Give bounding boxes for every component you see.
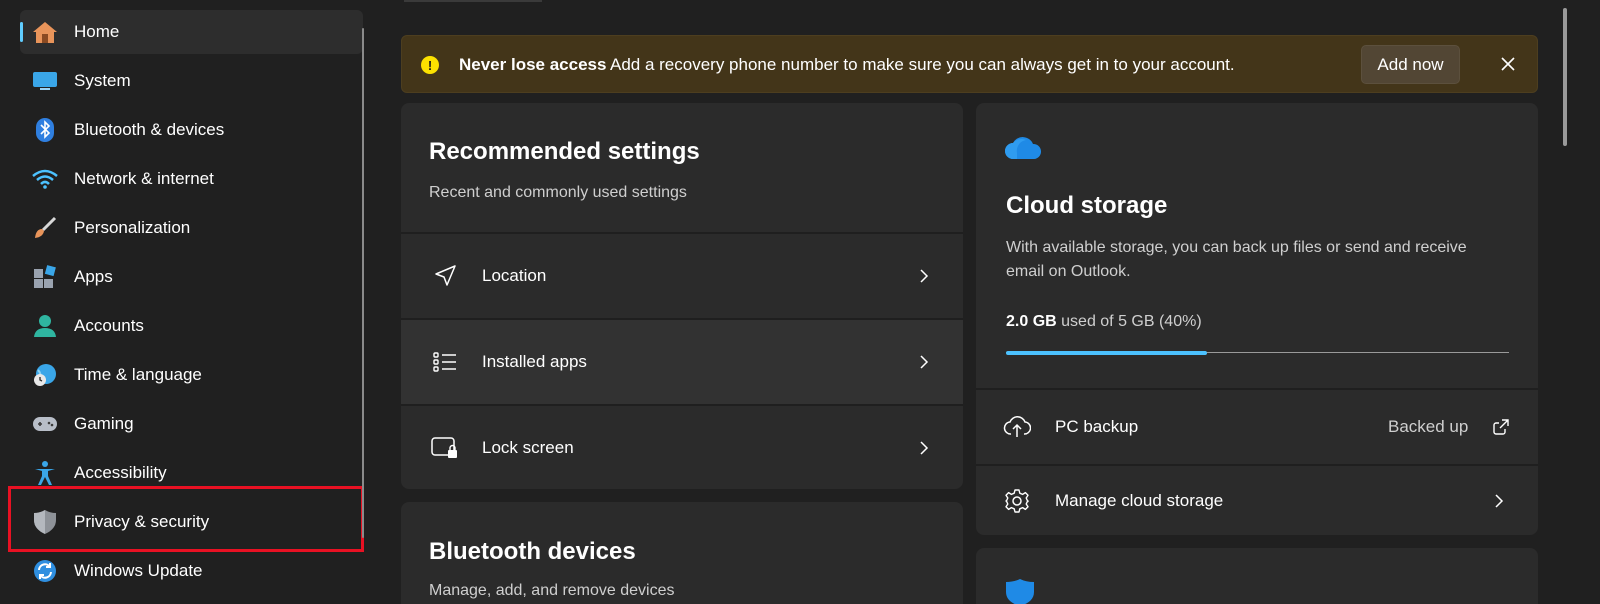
backup-status: Backed up [1388,417,1469,436]
recommended-row-lock-screen[interactable]: Lock screen [401,406,963,489]
sidebar-item-label: Home [74,22,120,41]
shield-icon [1004,578,1036,604]
apps-icon [32,265,58,289]
active-indicator [20,22,23,42]
sidebar-item-label: Personalization [74,218,191,237]
recovery-banner: ! Never lose access Add a recovery phone… [401,35,1538,93]
row-label: Manage cloud storage [1055,491,1224,510]
storage-used-rest: used of 5 GB (40%) [1061,313,1202,330]
sidebar-item-accounts[interactable]: Accounts [20,304,363,348]
cloud-storage-card: Cloud storage With available storage, yo… [976,103,1538,535]
navigation-sidebar: Home System Bluetooth & devices Network … [0,0,372,604]
sidebar-item-label: Bluetooth & devices [74,120,225,139]
location-arrow-icon [431,262,459,290]
sidebar-item-label: Accessibility [74,463,167,482]
sidebar-item-system[interactable]: System [20,59,363,103]
recommended-settings-card: Recommended settings Recent and commonly… [401,103,963,489]
system-icon [32,69,58,93]
sidebar-item-label: Windows Update [74,561,203,580]
recommended-row-installed-apps[interactable]: Installed apps [401,320,963,404]
sidebar-item-label: Network & internet [74,169,214,188]
sidebar-item-bluetooth[interactable]: Bluetooth & devices [20,108,363,152]
brush-icon [32,216,58,240]
cloud-icon [1004,135,1042,166]
card-subtitle: Recent and commonly used settings [429,184,687,201]
sidebar-item-apps[interactable]: Apps [20,255,363,299]
sidebar-item-label: System [74,71,131,90]
gamepad-icon [32,412,58,436]
row-label: PC backup [1055,417,1139,436]
chevron-right-icon [1492,492,1506,510]
globe-clock-icon [32,363,58,387]
annotation-highlight-box [8,486,364,552]
wifi-icon [32,167,58,191]
recommended-row-location[interactable]: Location [401,234,963,318]
card-title: Cloud storage [1006,192,1168,219]
cloud-description: With available storage, you can back up … [1006,239,1467,256]
sidebar-item-gaming[interactable]: Gaming [20,402,363,446]
sidebar-item-time-language[interactable]: Time & language [20,353,363,397]
update-icon [32,559,58,583]
sidebar-item-label: Time & language [74,365,202,384]
external-link-icon[interactable] [1492,418,1510,436]
lock-screen-icon [431,434,459,462]
storage-usage-text: 2.0 GB used of 5 GB (40%) [1006,313,1202,331]
close-icon[interactable] [1495,51,1521,77]
storage-bar-fill [1006,351,1207,355]
sidebar-item-network[interactable]: Network & internet [20,157,363,201]
accessibility-icon [32,461,58,485]
security-card [976,548,1538,604]
gear-icon [1003,487,1031,515]
sidebar-item-label: Apps [74,267,113,286]
cloud-upload-icon [1003,413,1031,441]
main-scrollbar[interactable] [1563,8,1567,146]
pc-backup-row[interactable]: PC backup Backed up [976,390,1538,464]
bluetooth-icon [32,118,58,142]
manage-cloud-storage-row[interactable]: Manage cloud storage [976,466,1538,535]
sidebar-item-home[interactable]: Home [20,10,363,54]
accounts-icon [32,314,58,338]
chevron-right-icon [917,439,931,457]
row-label: Installed apps [482,352,587,371]
card-subtitle: Manage, add, and remove devices [429,582,675,599]
card-title: Bluetooth devices [429,538,636,565]
cloud-description: email on Outlook. [1006,263,1131,280]
list-icon [431,348,459,376]
home-icon [32,20,58,44]
bluetooth-devices-card: Bluetooth devices Manage, add, and remov… [401,502,963,604]
sidebar-item-label: Accounts [74,316,144,335]
sidebar-item-label: Gaming [74,414,134,433]
storage-used-amount: 2.0 GB [1006,313,1057,330]
sidebar-scrollbar[interactable] [362,28,364,538]
banner-title: Never lose access [459,55,607,74]
add-now-button[interactable]: Add now [1361,45,1460,84]
sidebar-item-windows-update[interactable]: Windows Update [20,549,363,593]
warning-icon: ! [421,56,439,74]
sidebar-item-personalization[interactable]: Personalization [20,206,363,250]
chevron-right-icon [917,353,931,371]
card-title: Recommended settings [429,138,700,165]
header-underline [404,0,542,2]
chevron-right-icon [917,267,931,285]
banner-message: Add a recovery phone number to make sure… [610,55,1235,74]
row-label: Location [482,266,547,285]
row-label: Lock screen [482,438,574,457]
